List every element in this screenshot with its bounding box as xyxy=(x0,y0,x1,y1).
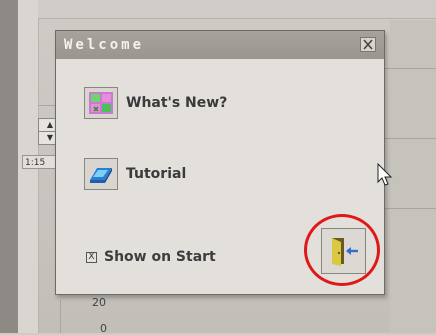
dialog-titlebar[interactable]: Welcome xyxy=(56,31,384,59)
whats-new-row[interactable]: What's New? xyxy=(84,87,227,119)
show-on-start-row[interactable]: X Show on Start xyxy=(86,249,216,265)
mouse-cursor-icon xyxy=(377,163,393,186)
close-icon xyxy=(363,39,373,50)
background-gridline xyxy=(385,208,436,209)
background-gridline xyxy=(38,105,55,106)
dialog-title: Welcome xyxy=(64,37,145,53)
tutorial-label: Tutorial xyxy=(126,166,187,182)
ruler-tick-label: 20 xyxy=(92,296,106,309)
tutorial-button[interactable] xyxy=(84,158,118,190)
whats-new-button[interactable] xyxy=(84,87,118,119)
ruler-tick-label: 0 xyxy=(100,322,107,335)
annotation-red-circle xyxy=(304,214,380,286)
welcome-dialog: Welcome What's New? Tutorial X Show on S… xyxy=(55,30,385,295)
screen-bezel-left xyxy=(0,0,18,333)
tutorial-row[interactable]: Tutorial xyxy=(84,158,186,190)
background-gridline xyxy=(385,138,436,139)
background-toolbar xyxy=(38,0,436,19)
background-canvas-right xyxy=(390,20,436,333)
tutorial-icon xyxy=(90,168,112,183)
show-on-start-checkbox[interactable]: X xyxy=(86,251,97,263)
whats-new-icon xyxy=(89,92,113,114)
whats-new-label: What's New? xyxy=(126,95,228,111)
close-button[interactable] xyxy=(360,37,376,52)
background-gridline xyxy=(60,300,61,333)
background-gridline xyxy=(385,68,436,69)
show-on-start-label: Show on Start xyxy=(104,249,216,265)
